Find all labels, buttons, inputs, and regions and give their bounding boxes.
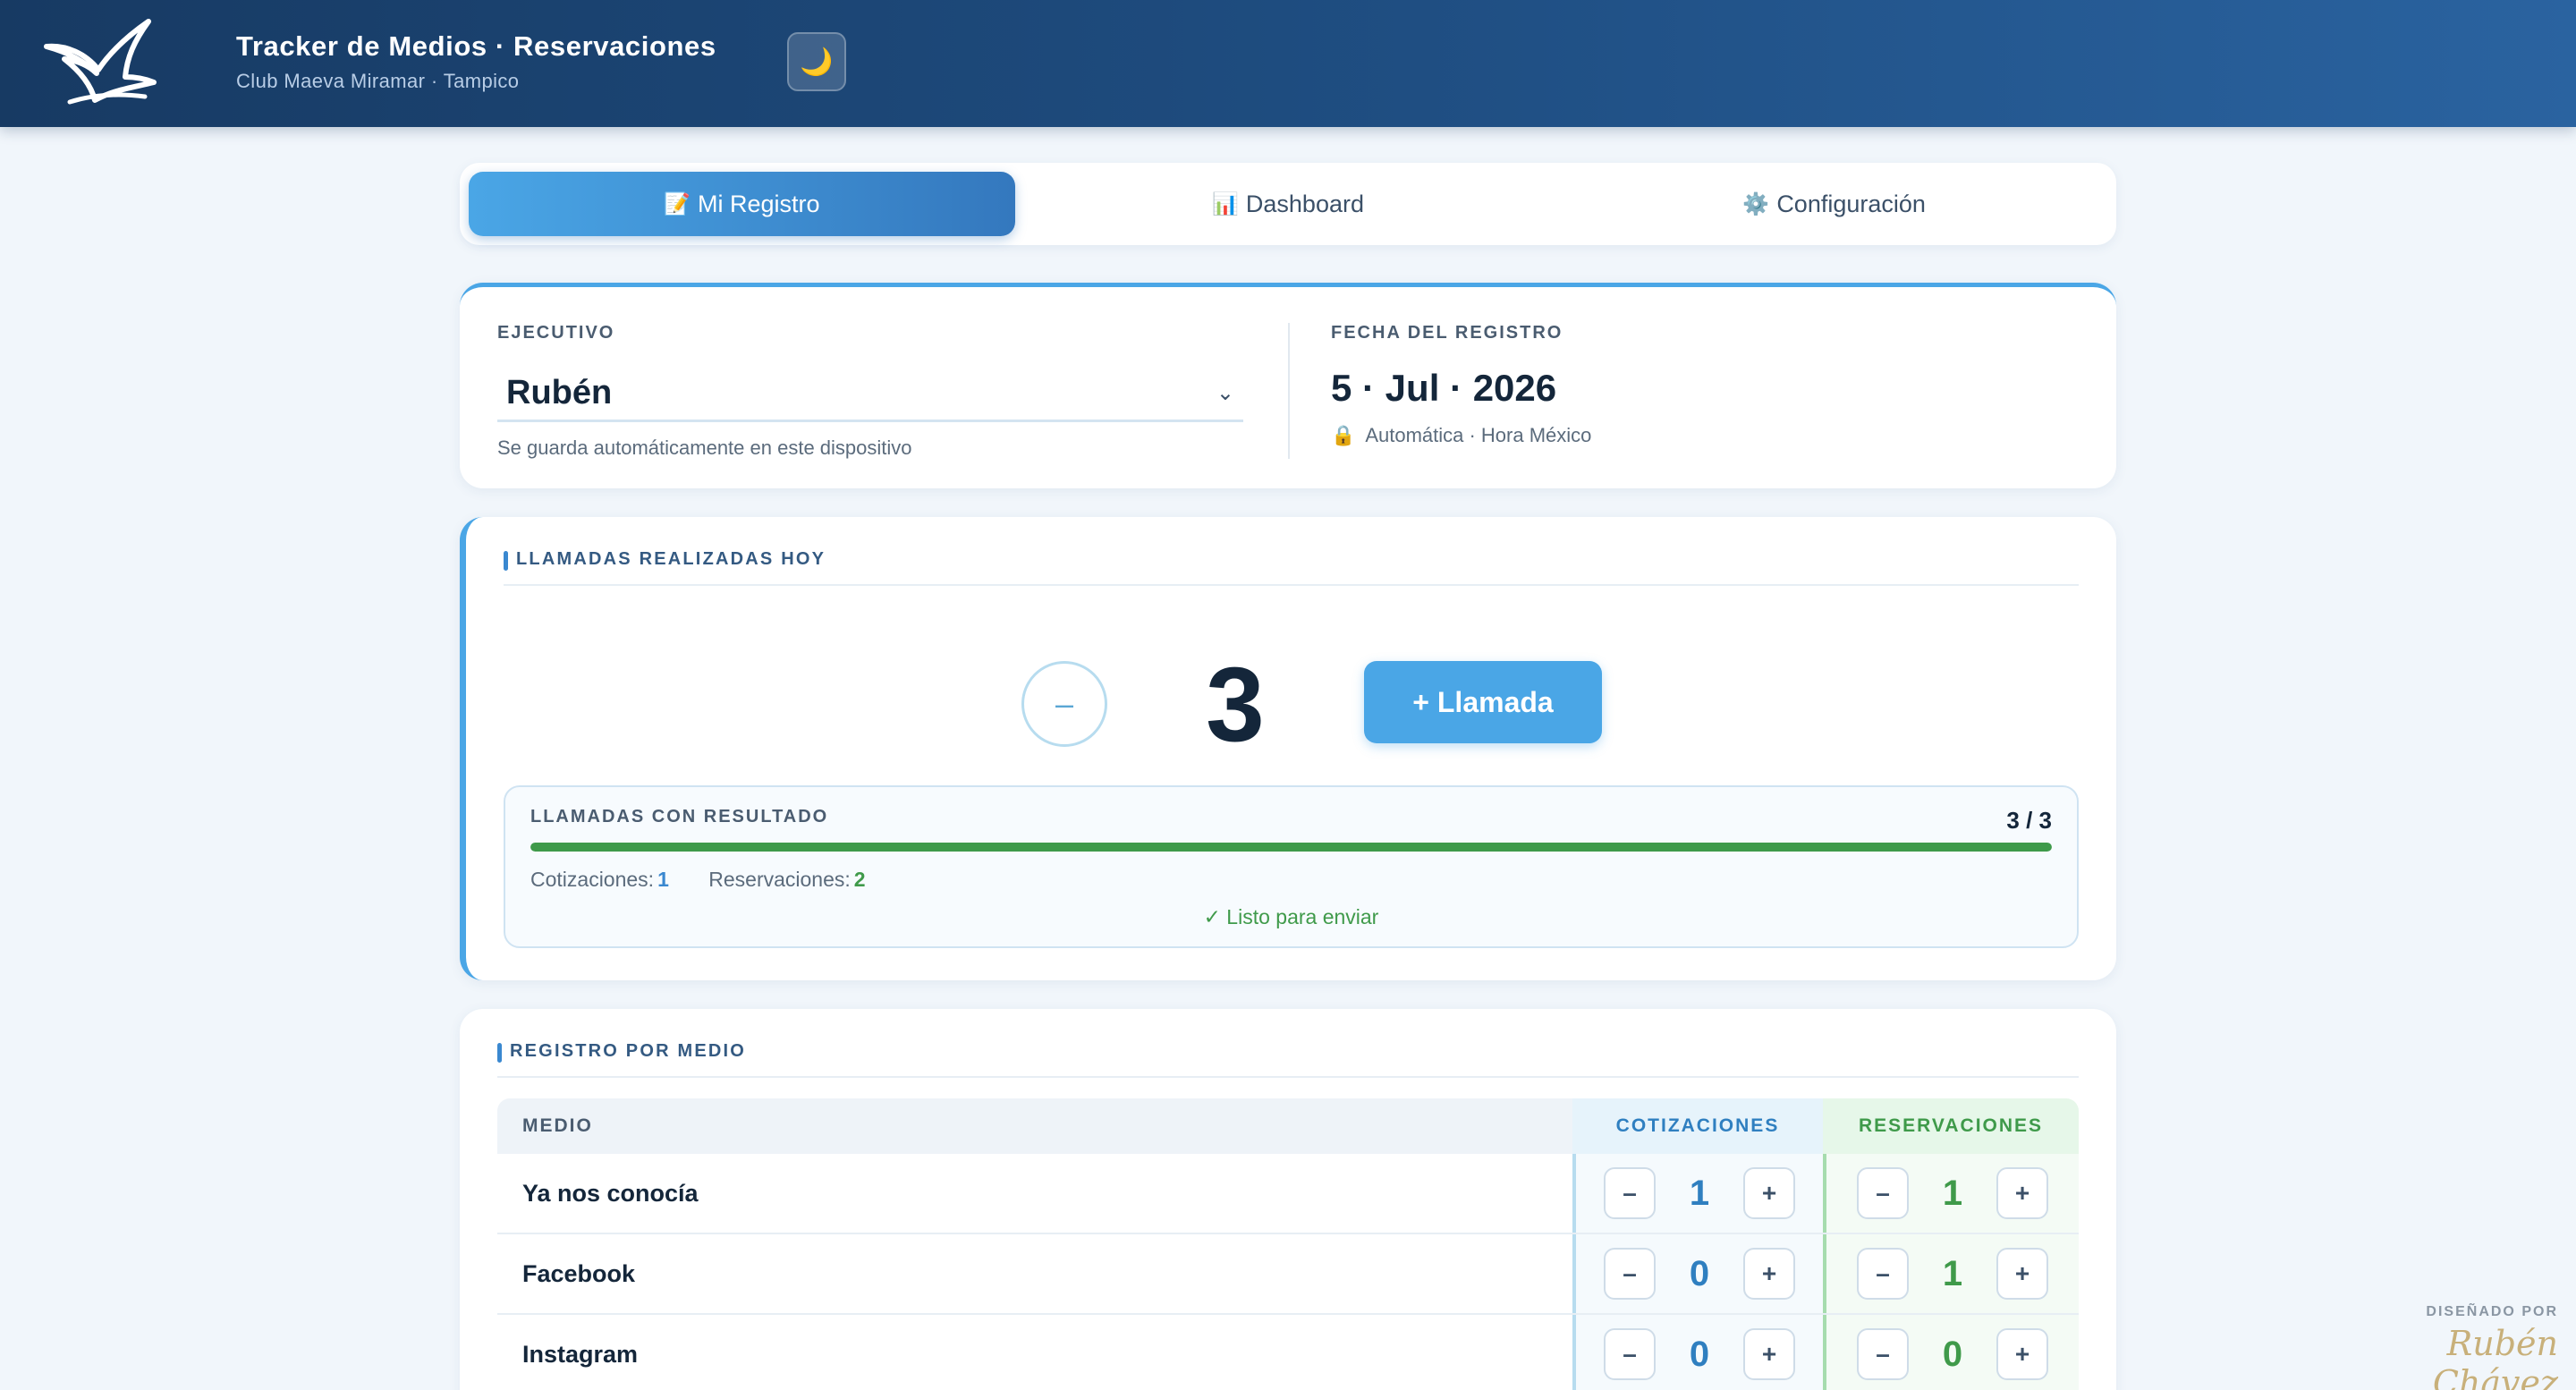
signature-label: DISEÑADO POR [2426, 1304, 2558, 1319]
reservaciones-count: 1 [1942, 1253, 1963, 1293]
column-header-reservaciones: RESERVACIONES [1823, 1098, 2079, 1154]
executive-label: EJECUTIVO [497, 323, 615, 343]
column-header-cotizaciones: COTIZACIONES [1572, 1098, 1823, 1154]
signature-name: Rubén Chávez [2432, 1324, 2558, 1390]
date-section: FECHA DEL REGISTRO 5 · Jul · 2026 🔒 Auto… [1331, 323, 2046, 447]
decrement-button[interactable]: – [1857, 1167, 1909, 1219]
ready-status: ✓ Listo para enviar [1203, 905, 1379, 928]
cotizaciones-label: Cotizaciones: [530, 868, 655, 891]
cotizaciones-value: 1 [657, 868, 669, 891]
reservaciones-stepper: – 1 + [1823, 1234, 2079, 1313]
memo-icon: 📝 [664, 191, 691, 216]
table-row: Ya nos conocía – 1 + – 1 + [497, 1154, 2079, 1234]
lock-icon: 🔒 [1331, 424, 1356, 446]
table-row: Instagram – 0 + – 0 + [497, 1315, 2079, 1390]
result-progress-fill [530, 843, 2052, 852]
cotizaciones-count: 1 [1689, 1173, 1710, 1213]
app-title: Tracker de Medios · Reservaciones [236, 30, 716, 62]
bar-chart-icon: 📊 [1212, 191, 1239, 216]
tab-configuracion[interactable]: ⚙️ Configuración [1561, 172, 2107, 236]
media-table-header: MEDIO COTIZACIONES RESERVACIONES [497, 1098, 2079, 1154]
calls-result-panel: LLAMADAS CON RESULTADO 3 / 3 Cotizacione… [504, 785, 2079, 948]
cotizaciones-count: 0 [1689, 1253, 1710, 1293]
moon-icon: 🌙 [800, 47, 834, 77]
increment-button[interactable]: + [1743, 1167, 1795, 1219]
increment-button[interactable]: + [1743, 1328, 1795, 1380]
result-stats: Cotizaciones: 1 Reservaciones: 2 [530, 868, 866, 892]
column-header-medio: MEDIO [497, 1098, 1572, 1154]
cotizaciones-stepper: – 0 + [1572, 1315, 1823, 1390]
reservaciones-stepper: – 1 + [1823, 1154, 2079, 1233]
result-progress-bar [530, 843, 2052, 852]
reservaciones-value: 2 [853, 868, 866, 891]
main-tabs: 📝 Mi Registro 📊 Dashboard ⚙️ Configuraci… [460, 163, 2116, 245]
app-title-block: Tracker de Medios · Reservaciones Club M… [236, 30, 716, 93]
chevron-down-icon: ⌄ [1216, 381, 1234, 405]
date-value: 5 · Jul · 2026 [1331, 367, 1557, 409]
tab-label: Mi Registro [698, 190, 820, 217]
media-card: REGISTRO POR MEDIO MEDIO COTIZACIONES RE… [460, 1009, 2116, 1390]
reservaciones-count: 1 [1942, 1173, 1963, 1213]
table-row: Facebook – 0 + – 1 + [497, 1234, 2079, 1315]
media-table: MEDIO COTIZACIONES RESERVACIONES Ya nos … [497, 1098, 2079, 1390]
medio-name: Instagram [522, 1340, 639, 1368]
seabird-logo-icon [44, 19, 157, 105]
decrement-button[interactable]: – [1604, 1248, 1656, 1300]
calls-counter: – 3 + Llamada [466, 642, 2116, 767]
date-note-row: 🔒 Automática · Hora México [1331, 424, 2046, 447]
tab-label: Dashboard [1245, 190, 1364, 217]
increment-button[interactable]: + [1996, 1248, 2048, 1300]
decrement-button[interactable]: – [1857, 1328, 1909, 1380]
executive-select[interactable]: Rubén ⌄ [497, 367, 1243, 422]
cotizaciones-stepper: – 0 + [1572, 1234, 1823, 1313]
executive-date-card: EJECUTIVO Rubén ⌄ Se guarda automáticame… [460, 283, 2116, 488]
executive-note: Se guarda automáticamente en este dispos… [497, 436, 912, 459]
cotizaciones-count: 0 [1689, 1334, 1710, 1374]
decrement-button[interactable]: – [1604, 1167, 1656, 1219]
reservaciones-count: 0 [1942, 1334, 1963, 1374]
reservaciones-stepper: – 0 + [1823, 1315, 2079, 1390]
increment-button[interactable]: + [1996, 1167, 2048, 1219]
theme-toggle-button[interactable]: 🌙 [787, 32, 846, 91]
designer-signature: DISEÑADO POR Rubén Chávez [2361, 1304, 2558, 1390]
decrement-calls-button[interactable]: – [1021, 661, 1107, 747]
calls-section-title: LLAMADAS REALIZADAS HOY [504, 549, 2079, 586]
decrement-button[interactable]: – [1604, 1328, 1656, 1380]
medio-name: Ya nos conocía [522, 1179, 699, 1207]
increment-button[interactable]: + [1996, 1328, 2048, 1380]
gear-icon: ⚙️ [1742, 191, 1770, 216]
reservaciones-label: Reservaciones: [708, 868, 851, 891]
add-call-button[interactable]: + Llamada [1364, 661, 1602, 743]
vertical-divider [1288, 323, 1290, 459]
medio-name: Facebook [522, 1259, 636, 1287]
cotizaciones-stepper: – 1 + [1572, 1154, 1823, 1233]
result-fraction: 3 / 3 [2006, 807, 2052, 834]
result-label: LLAMADAS CON RESULTADO [530, 807, 829, 826]
decrement-button[interactable]: – [1857, 1248, 1909, 1300]
executive-value: Rubén [506, 374, 613, 411]
app-subtitle: Club Maeva Miramar · Tampico [236, 70, 520, 92]
increment-button[interactable]: + [1743, 1248, 1795, 1300]
app-header: Tracker de Medios · Reservaciones Club M… [0, 0, 2576, 127]
calls-card: LLAMADAS REALIZADAS HOY – 3 + Llamada LL… [460, 517, 2116, 980]
tab-label: Configuración [1776, 190, 1926, 217]
calls-count: 3 [1206, 646, 1265, 764]
executive-section: EJECUTIVO Rubén ⌄ Se guarda automáticame… [497, 323, 1243, 460]
media-section-title: REGISTRO POR MEDIO [497, 1041, 2079, 1078]
date-label: FECHA DEL REGISTRO [1331, 323, 1563, 343]
result-header: LLAMADAS CON RESULTADO 3 / 3 [530, 807, 2052, 835]
date-note: Automática · Hora México [1365, 424, 1592, 446]
tab-mi-registro[interactable]: 📝 Mi Registro [469, 172, 1015, 236]
tab-dashboard[interactable]: 📊 Dashboard [1015, 172, 1562, 236]
